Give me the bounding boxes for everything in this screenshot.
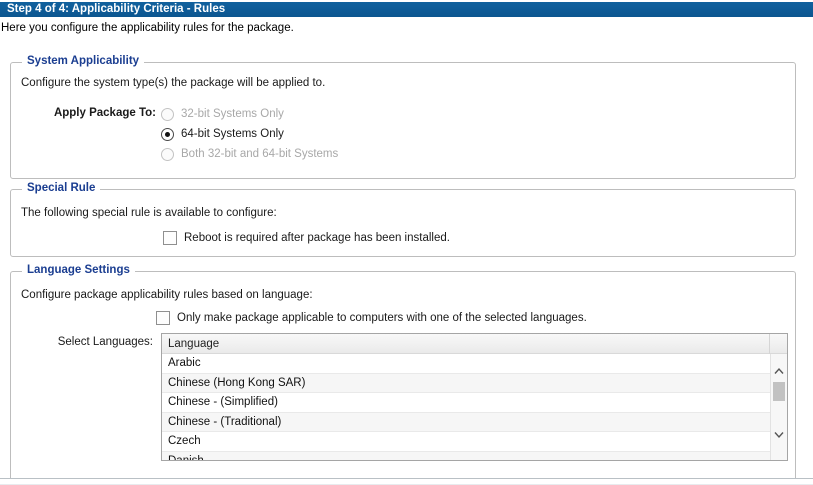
- special-rule-description: The following special rule is available …: [21, 207, 277, 219]
- radio-option-label: 32-bit Systems Only: [181, 108, 284, 120]
- language-settings-group: Language Settings Configure package appl…: [10, 271, 796, 479]
- header-separator: [769, 334, 770, 354]
- list-item[interactable]: Chinese - (Simplified): [162, 393, 770, 413]
- scroll-up-icon[interactable]: [774, 367, 784, 375]
- language-filter-checkbox[interactable]: [156, 311, 170, 325]
- reboot-required-checkbox[interactable]: [163, 231, 177, 245]
- vertical-scrollbar[interactable]: [770, 354, 787, 460]
- scrollbar-thumb[interactable]: [773, 382, 785, 401]
- apply-package-to-label: Apply Package To:: [21, 107, 156, 119]
- group-title-system-applicability: System Applicability: [22, 55, 144, 67]
- language-filter-label: Only make package applicable to computer…: [177, 312, 587, 324]
- system-applicability-description: Configure the system type(s) the package…: [21, 77, 325, 89]
- radio-option-label: 64-bit Systems Only: [181, 128, 284, 140]
- reboot-required-label: Reboot is required after package has bee…: [184, 232, 450, 244]
- list-item[interactable]: Arabic: [162, 354, 770, 374]
- radio-button-icon: [161, 148, 174, 161]
- wizard-step-subtitle: Here you configure the applicability rul…: [1, 22, 294, 34]
- system-applicability-group: System Applicability Configure the syste…: [10, 62, 796, 179]
- group-title-language-settings: Language Settings: [22, 264, 135, 276]
- language-column-header: Language: [162, 334, 787, 354]
- language-filter-row: Only make package applicable to computer…: [156, 311, 587, 325]
- wizard-step-title-bar: Step 4 of 4: Applicability Criteria - Ru…: [0, 2, 813, 17]
- radio-option-label: Both 32-bit and 64-bit Systems: [181, 148, 338, 160]
- radio-option: 32-bit Systems Only: [161, 104, 338, 124]
- list-item[interactable]: Chinese (Hong Kong SAR): [162, 374, 770, 394]
- language-settings-description: Configure package applicability rules ba…: [21, 289, 313, 301]
- bottom-divider: [0, 478, 813, 479]
- group-title-special-rule: Special Rule: [22, 182, 100, 194]
- language-column-header-label: Language: [168, 338, 219, 350]
- list-item[interactable]: Chinese - (Traditional): [162, 413, 770, 433]
- scroll-down-icon[interactable]: [774, 431, 784, 439]
- list-item[interactable]: Czech: [162, 432, 770, 452]
- radio-option: Both 32-bit and 64-bit Systems: [161, 144, 338, 164]
- page-title: Step 4 of 4: Applicability Criteria - Ru…: [7, 3, 225, 15]
- reboot-required-row: Reboot is required after package has bee…: [163, 231, 450, 245]
- language-list-rows: ArabicChinese (Hong Kong SAR)Chinese - (…: [162, 354, 770, 460]
- radio-button-icon[interactable]: [161, 128, 174, 141]
- list-item[interactable]: Danish: [162, 452, 770, 461]
- special-rule-group: Special Rule The following special rule …: [10, 189, 796, 257]
- radio-button-icon: [161, 108, 174, 121]
- apply-package-radio-group: 32-bit Systems Only 64-bit Systems Only Bo…: [161, 104, 338, 164]
- select-languages-label: Select Languages:: [11, 336, 153, 348]
- language-listbox: Language ArabicChinese (Hong Kong SAR)Ch…: [161, 333, 788, 461]
- radio-option[interactable]: 64-bit Systems Only: [161, 124, 338, 144]
